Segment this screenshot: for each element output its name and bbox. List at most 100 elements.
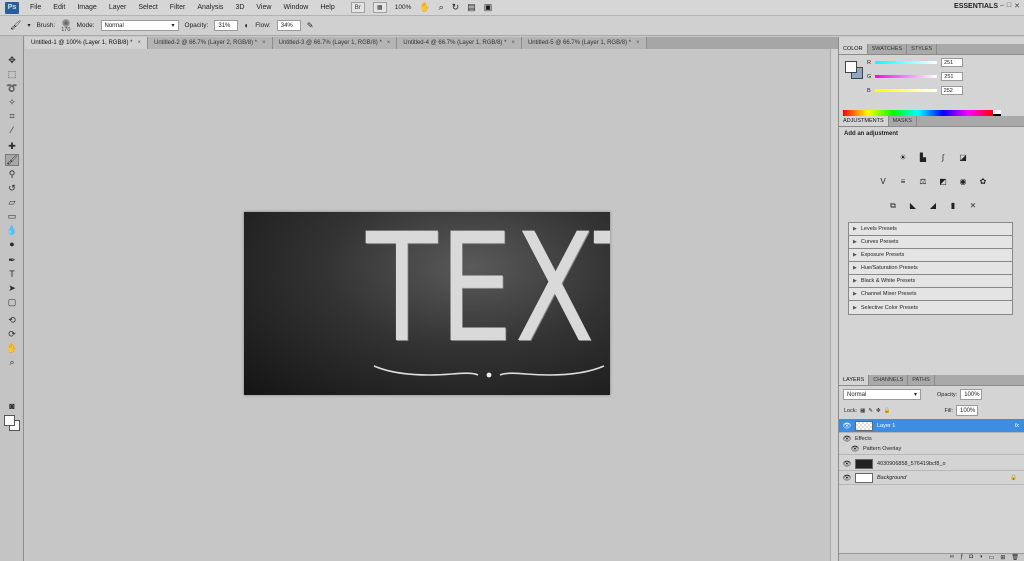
mini-bridge-button[interactable]: ▦ — [372, 2, 387, 13]
blue-value[interactable]: 252 — [940, 86, 963, 95]
crop-tool-icon[interactable]: ⌗ — [5, 110, 19, 122]
doc-tab-5[interactable]: Untitled-5 @ 66.7% (Layer 1, RGB/8) * × — [521, 37, 647, 49]
preset-item[interactable]: ▶ Selective Color Presets — [849, 301, 1012, 314]
fill-input[interactable]: 100% — [956, 405, 978, 416]
preset-item[interactable]: ▶ Black & White Presets — [849, 275, 1012, 288]
new-adjustment-icon[interactable]: ◑ — [979, 554, 983, 561]
arrange-documents-icon[interactable]: ▤ — [467, 2, 476, 13]
foreground-color-chip[interactable] — [845, 61, 857, 73]
move-tool-icon[interactable]: ✥ — [5, 54, 19, 66]
airbrush-icon[interactable]: ✎ — [307, 21, 314, 30]
tab-layers[interactable]: LAYERS — [839, 375, 870, 385]
path-selection-tool-icon[interactable]: ➤ — [5, 282, 19, 294]
lock-position-icon[interactable]: ✥ — [876, 408, 881, 414]
add-style-icon[interactable]: ƒ — [960, 554, 963, 561]
layer-effects-fx-icon[interactable]: fx — [1015, 423, 1019, 429]
bridge-button[interactable]: Br — [350, 2, 365, 13]
black-white-icon[interactable]: ◩ — [937, 176, 949, 187]
flow-input[interactable]: 34% — [276, 20, 301, 31]
menu-select[interactable]: Select — [132, 4, 163, 11]
menu-layer[interactable]: Layer — [103, 4, 133, 11]
zoom-level[interactable]: 100% — [395, 4, 412, 11]
hand-tool-icon[interactable]: ✋ — [5, 342, 19, 354]
menu-image[interactable]: Image — [71, 4, 102, 11]
layer-opacity-input[interactable]: 100% — [960, 389, 983, 400]
close-icon[interactable]: ✕ — [1014, 2, 1020, 10]
preset-item[interactable]: ▶ Hue/Saturation Presets — [849, 262, 1012, 275]
close-icon[interactable]: × — [137, 40, 141, 46]
layer-effect-pattern-overlay[interactable]: 👁 Pattern Overlay — [839, 444, 1024, 455]
link-layers-icon[interactable]: ∞ — [950, 554, 954, 561]
green-slider[interactable] — [875, 75, 938, 78]
workspace-switcher[interactable]: ESSENTIALS — [954, 3, 998, 10]
gradient-map-icon[interactable]: ▮ — [947, 200, 959, 211]
brush-tool-icon[interactable]: 🖌 — [10, 20, 21, 31]
photo-filter-icon[interactable]: ◉ — [957, 176, 969, 187]
rotate-view-icon[interactable]: ↻ — [452, 2, 460, 13]
hand-icon[interactable]: ✋ — [419, 2, 430, 13]
tab-adjustments[interactable]: ADJUSTMENTS — [839, 116, 889, 126]
preset-item[interactable]: ▶ Levels Presets — [849, 223, 1012, 236]
doc-tab-3[interactable]: Untitled-3 @ 66.7% (Layer 1, RGB/8) * × — [272, 37, 398, 49]
visibility-eye-icon[interactable]: 👁 — [847, 445, 863, 453]
lock-all-icon[interactable]: 🔒 — [884, 408, 891, 414]
red-slider[interactable] — [874, 61, 937, 64]
brightness-contrast-icon[interactable]: ☀ — [897, 152, 909, 163]
close-icon[interactable]: × — [511, 40, 515, 46]
blend-mode-select[interactable]: Normal ▾ — [843, 389, 921, 400]
pen-tool-icon[interactable]: ✒ — [5, 254, 19, 266]
levels-icon[interactable]: ▙ — [917, 152, 929, 163]
clone-stamp-tool-icon[interactable]: ⚲ — [5, 168, 19, 180]
preset-item[interactable]: ▶ Curves Presets — [849, 236, 1012, 249]
3d-rotate-tool-icon[interactable]: ⟲ — [5, 314, 19, 326]
preset-item[interactable]: ▶ Channel Mixer Presets — [849, 288, 1012, 301]
add-mask-icon[interactable]: ◘ — [969, 554, 973, 561]
menu-filter[interactable]: Filter — [164, 4, 192, 11]
history-brush-tool-icon[interactable]: ↺ — [5, 182, 19, 194]
blur-tool-icon[interactable]: 💧 — [5, 224, 19, 236]
dodge-tool-icon[interactable]: ● — [5, 238, 19, 250]
gradient-tool-icon[interactable]: ▭ — [5, 210, 19, 222]
visibility-eye-icon[interactable]: 👁 — [839, 460, 855, 468]
new-layer-icon[interactable]: ⊞ — [1000, 554, 1005, 561]
green-value[interactable]: 251 — [941, 72, 964, 81]
selective-color-icon[interactable]: ⨯ — [967, 200, 979, 211]
lock-transparency-icon[interactable]: ▦ — [860, 408, 865, 414]
curves-icon[interactable]: ∫ — [937, 152, 949, 163]
menu-edit[interactable]: Edit — [47, 4, 71, 11]
menu-3d[interactable]: 3D — [229, 4, 250, 11]
brush-tool-icon[interactable]: 🖌 — [5, 154, 19, 166]
invert-icon[interactable]: ⧉ — [887, 200, 899, 211]
foreground-color-swatch[interactable] — [4, 415, 15, 426]
new-group-icon[interactable]: ▭ — [989, 554, 995, 561]
quick-selection-tool-icon[interactable]: ✧ — [5, 96, 19, 108]
marquee-tool-icon[interactable]: ⬚ — [5, 68, 19, 80]
layer-row-layer-1[interactable]: 👁 Layer 1 fx — [839, 419, 1024, 433]
visibility-eye-icon[interactable]: 👁 — [839, 474, 855, 482]
layer-effects-row[interactable]: 👁 Effects — [839, 433, 1024, 444]
menu-window[interactable]: Window — [277, 4, 314, 11]
eyedropper-tool-icon[interactable]: ⁄ — [5, 124, 19, 136]
menu-help[interactable]: Help — [314, 4, 340, 11]
exposure-icon[interactable]: ◪ — [957, 152, 969, 163]
menu-view[interactable]: View — [250, 4, 277, 11]
red-value[interactable]: 251 — [940, 58, 963, 67]
visibility-eye-icon[interactable]: 👁 — [839, 435, 855, 443]
vertical-scrollbar[interactable] — [830, 49, 838, 561]
menu-analysis[interactable]: Analysis — [191, 4, 229, 11]
tab-masks[interactable]: MASKS — [889, 116, 917, 126]
minimize-icon[interactable]: – — [1000, 2, 1004, 10]
opacity-input[interactable]: 31% — [214, 20, 239, 31]
chevron-down-icon[interactable]: ▾ — [27, 22, 30, 29]
layer-row-background[interactable]: 👁 Background 🔒 — [839, 471, 1024, 485]
3d-orbit-tool-icon[interactable]: ⟳ — [5, 328, 19, 340]
lock-pixels-icon[interactable]: ✎ — [868, 408, 873, 414]
screen-mode-icon[interactable]: ▣ — [484, 2, 493, 13]
channel-mixer-icon[interactable]: ✿ — [977, 176, 989, 187]
threshold-icon[interactable]: ◢ — [927, 200, 939, 211]
close-icon[interactable]: × — [636, 40, 640, 46]
zoom-tool-icon[interactable]: ⌕ — [5, 356, 19, 368]
doc-tab-4[interactable]: Untitled-4 @ 66.7% (Layer 1, RGB/8) * × — [397, 37, 522, 49]
preset-item[interactable]: ▶ Exposure Presets — [849, 249, 1012, 262]
pen-pressure-opacity-icon[interactable]: ◐ — [244, 21, 249, 30]
